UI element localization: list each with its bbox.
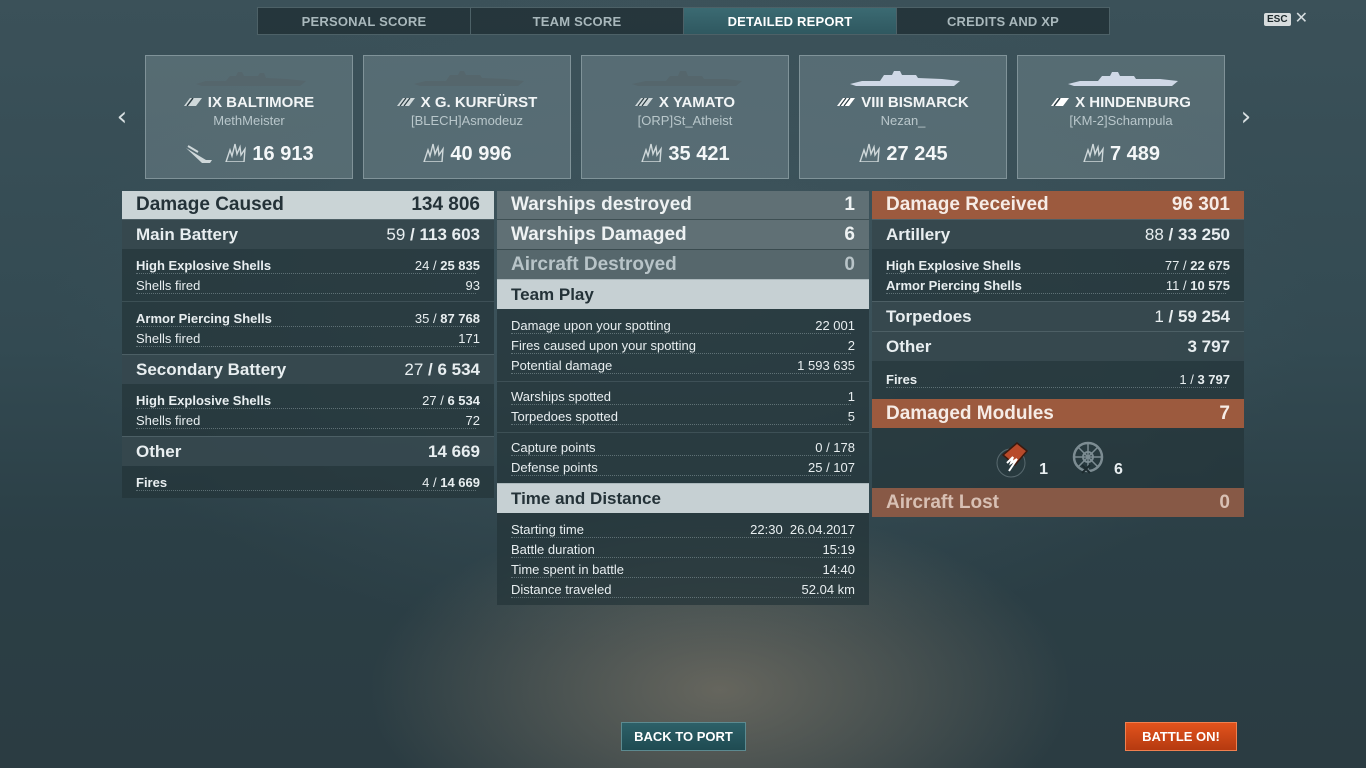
stat-row: Capture points 0 / 178 <box>497 437 869 457</box>
damage-hit-icon <box>641 143 663 162</box>
ship-silhouette-icon <box>1068 72 1178 86</box>
player-name: [ORP]St_Atheist <box>637 113 733 128</box>
damage-caused-panel: Damage Caused 134 806 Main Battery 59 / … <box>122 191 494 498</box>
ship-name: X G. KURFÜRST <box>420 94 538 111</box>
ship-name: X HINDENBURG <box>1075 94 1191 111</box>
esc-key-icon: ESC <box>1264 12 1291 26</box>
module-engine: 1 <box>993 437 1048 479</box>
combat-summary-panel: Warships destroyed 1 Warships Damaged 6 … <box>497 191 869 605</box>
stat-row: Shells fired 93 <box>122 275 494 295</box>
main-battery-damage: 113 603 <box>419 224 480 244</box>
prev-ship-arrow[interactable]: ‹ <box>110 102 134 132</box>
stat-row: Fires 4 / 14 669 <box>122 472 494 492</box>
stat-row: Battle duration 15:19 <box>497 539 869 559</box>
tab-credits-xp[interactable]: CREDITS AND XP <box>897 8 1109 34</box>
damage-hit-icon <box>859 143 881 162</box>
stat-row: Armor Piercing Shells 11 / 10 575 <box>872 275 1244 295</box>
ship-name: X YAMATO <box>658 94 736 111</box>
stat-row: Shells fired 72 <box>122 410 494 430</box>
stat-row: Shells fired 171 <box>122 328 494 348</box>
player-name: Nezan_ <box>880 113 926 128</box>
ship-silhouette-icon <box>850 71 960 86</box>
aircraft-lost-header: Aircraft Lost 0 <box>872 488 1244 517</box>
warships-destroyed-header: Warships destroyed 1 <box>497 191 869 219</box>
ship-card[interactable]: IX BALTIMORE MethMeister 16 913 <box>145 55 353 179</box>
damage-caused-label: Damage Caused <box>136 194 284 215</box>
player-name: [BLECH]Asmodeuz <box>411 113 523 128</box>
damaged-modules-list: 1 6 <box>872 428 1244 488</box>
ship-silhouette-icon <box>632 71 742 86</box>
main-battery-label: Main Battery <box>136 224 239 244</box>
warships-damaged-header: Warships Damaged 6 <box>497 219 869 249</box>
stat-row: Damage upon your spotting 22 001 <box>497 315 869 335</box>
tab-detailed-report[interactable]: DETAILED REPORT <box>684 8 897 34</box>
back-to-port-button[interactable]: BACK TO PORT <box>621 722 746 751</box>
stat-row: Potential damage 1 593 635 <box>497 355 869 375</box>
ship-sunk-icon <box>186 145 213 163</box>
artillery-header: Artillery 88 / 33 250 <box>872 219 1244 249</box>
stat-row: Armor Piercing Shells 35 / 87 768 <box>122 308 494 328</box>
team-play-header: Team Play <box>497 279 869 309</box>
damage-hit-icon <box>423 143 445 162</box>
player-name: MethMeister <box>213 113 285 128</box>
stat-row: Torpedoes spotted 5 <box>497 406 869 426</box>
engine-damaged-icon <box>996 442 1029 478</box>
damage-value: 35 421 <box>668 143 730 165</box>
stat-row: Fires caused upon your spotting 2 <box>497 335 869 355</box>
close-button[interactable]: ESC ✕ <box>1264 10 1308 27</box>
stat-row: Warships spotted 1 <box>497 386 869 406</box>
ship-silhouette-icon <box>196 72 306 86</box>
module-steering: 6 <box>1068 437 1123 479</box>
stat-row: Time spent in battle 14:40 <box>497 559 869 579</box>
stat-row: High Explosive Shells 24 / 25 835 <box>122 255 494 275</box>
damage-caused-value: 134 806 <box>411 194 480 215</box>
ship-silhouette-icon <box>414 71 524 86</box>
stat-row: Defense points 25 / 107 <box>497 457 869 477</box>
tab-personal-score[interactable]: PERSONAL SCORE <box>258 8 471 34</box>
damage-received-header: Damage Received 96 301 <box>872 191 1244 219</box>
main-battery-hits: 59 <box>386 224 406 244</box>
battle-on-button[interactable]: BATTLE ON! <box>1125 722 1237 751</box>
battleship-class-icon <box>837 98 856 106</box>
stat-row: High Explosive Shells 77 / 22 675 <box>872 255 1244 275</box>
report-tabs: PERSONAL SCORE TEAM SCORE DETAILED REPOR… <box>257 7 1110 35</box>
close-icon: ✕ <box>1294 10 1308 27</box>
battleship-class-icon <box>396 98 415 106</box>
aircraft-destroyed-header: Aircraft Destroyed 0 <box>497 249 869 279</box>
stat-row: High Explosive Shells 27 / 6 534 <box>122 390 494 410</box>
main-battery-header: Main Battery 59 / 113 603 <box>122 219 494 249</box>
next-ship-arrow[interactable]: › <box>1234 102 1258 132</box>
cruiser-class-icon <box>183 98 202 106</box>
damage-caused-header: Damage Caused 134 806 <box>122 191 494 219</box>
damage-hit-icon <box>225 143 247 162</box>
damage-hit-icon <box>1083 143 1104 162</box>
secondary-battery-header: Secondary Battery 27 / 6 534 <box>122 354 494 384</box>
other-damage-header: Other 14 669 <box>122 436 494 466</box>
damage-value: 16 913 <box>252 143 314 165</box>
player-name: [KM-2]Schampula <box>1069 113 1173 128</box>
ship-card[interactable]: VIII BISMARCK Nezan_ 27 245 <box>799 55 1007 179</box>
other-received-header: Other 3 797 <box>872 331 1244 361</box>
tab-team-score[interactable]: TEAM SCORE <box>471 8 684 34</box>
time-distance-header: Time and Distance <box>497 483 869 513</box>
damage-value: 7 489 <box>1109 143 1161 165</box>
ship-name: VIII BISMARCK <box>861 94 969 111</box>
cruiser-class-icon <box>1051 98 1070 106</box>
ship-card[interactable]: X G. KURFÜRST [BLECH]Asmodeuz 40 996 <box>363 55 571 179</box>
stat-row: Distance traveled 52.04 km <box>497 579 869 599</box>
battleship-class-icon <box>634 98 653 106</box>
damage-value: 27 245 <box>886 143 948 165</box>
torpedoes-header: Torpedoes 1 / 59 254 <box>872 301 1244 331</box>
damaged-modules-header: Damaged Modules 7 <box>872 399 1244 428</box>
ship-name: IX BALTIMORE <box>207 94 315 111</box>
damage-value: 40 996 <box>450 143 512 165</box>
stat-row: Fires 1 / 3 797 <box>872 369 1244 389</box>
ship-card[interactable]: X HINDENBURG [KM-2]Schampula 7 489 <box>1017 55 1225 179</box>
steering-damaged-icon <box>1072 441 1104 474</box>
stat-row: Starting time 22:30 26.04.2017 <box>497 519 869 539</box>
ship-card[interactable]: X YAMATO [ORP]St_Atheist 35 421 <box>581 55 789 179</box>
damage-received-panel: Damage Received 96 301 Artillery 88 / 33… <box>872 191 1244 517</box>
